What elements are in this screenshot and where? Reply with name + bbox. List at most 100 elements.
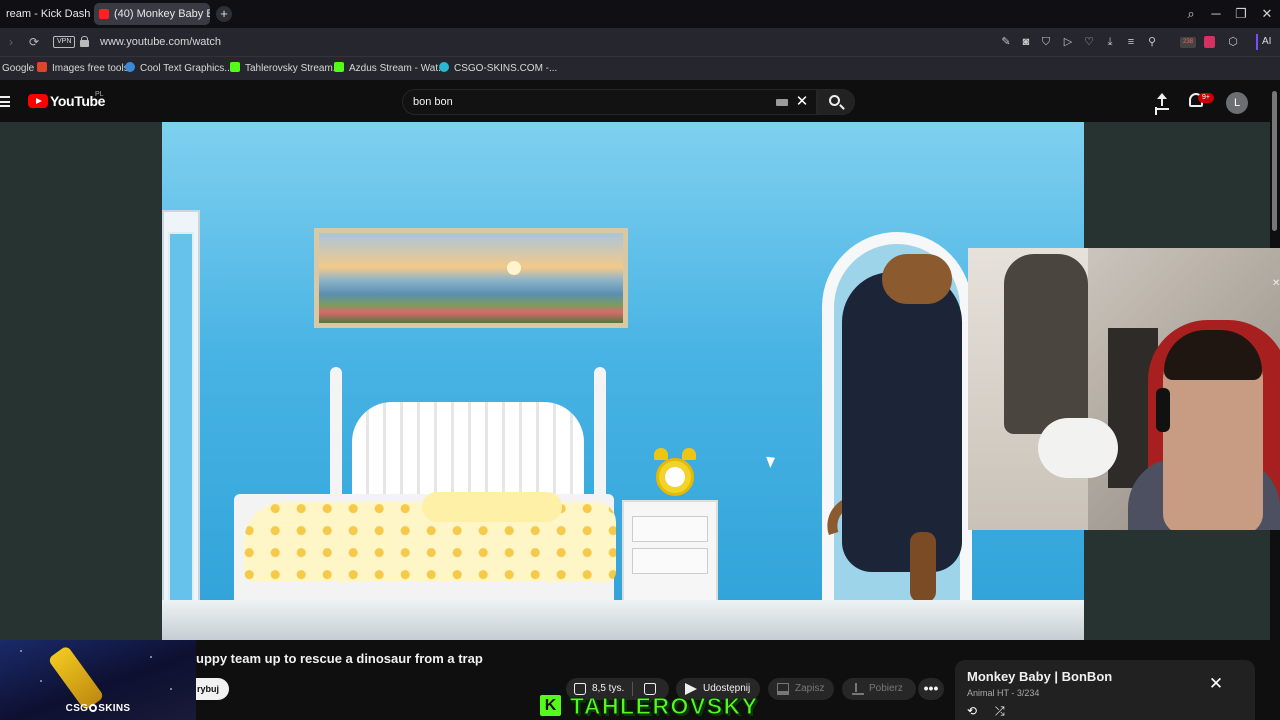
- scrollbar-thumb[interactable]: [1272, 91, 1277, 231]
- download-label: Pobierz: [869, 683, 903, 694]
- more-actions-button[interactable]: •••: [918, 678, 944, 700]
- close-playlist-icon[interactable]: ✕: [1206, 674, 1226, 694]
- keyboard-icon[interactable]: [776, 99, 788, 106]
- scene-clock-bell: [654, 448, 668, 460]
- bookmark-favicon-icon: [37, 62, 47, 72]
- bookmark-label: Images free tools: [52, 63, 129, 74]
- bookmark-favicon-icon: [125, 62, 135, 72]
- sponsor-star: [20, 650, 22, 652]
- streamer-name: TAHLEROVSKY: [570, 693, 759, 720]
- avatar[interactable]: L: [1226, 92, 1248, 114]
- scene-headboard: [330, 367, 606, 617]
- camera-icon[interactable]: ◙: [1018, 34, 1034, 50]
- lock-icon[interactable]: [80, 36, 89, 47]
- search-icon: [829, 95, 840, 106]
- clear-search-icon[interactable]: ✕: [793, 93, 811, 111]
- bookmark-label: CSGO-SKINS.COM -...: [454, 63, 558, 74]
- download-icon[interactable]: ⤓: [1102, 34, 1118, 50]
- scene-wardrobe: [162, 210, 200, 630]
- scene-wardrobe-door: [168, 232, 194, 602]
- kick-favicon-icon: [334, 62, 344, 72]
- sponsor-ring-icon: [89, 704, 98, 712]
- notification-badge: 9+: [1198, 93, 1214, 103]
- tab-youtube-monkey-baby[interactable]: (40) Monkey Baby Bon Bo: [94, 3, 210, 25]
- download-button[interactable]: Pobierz: [842, 678, 916, 700]
- video-player[interactable]: [162, 122, 1084, 640]
- alarm-clock-icon: [652, 448, 698, 500]
- url-field[interactable]: www.youtube.com/watch: [100, 34, 221, 50]
- webcam-overlay: ✕: [968, 248, 1280, 530]
- scene-nightstand: [622, 500, 718, 610]
- restore-button[interactable]: ❐: [1230, 4, 1252, 24]
- upload-icon-base: [1155, 108, 1169, 110]
- bookmark-cool-text[interactable]: Cool Text Graphics...: [125, 61, 233, 77]
- search-input[interactable]: [413, 90, 763, 114]
- scene-sun: [507, 261, 521, 275]
- bookmark-azdus[interactable]: Azdus Stream - Wat...: [334, 61, 446, 77]
- bookmark-images-free-tools[interactable]: Images free tools: [37, 61, 129, 77]
- webcam-coat: [1004, 254, 1088, 434]
- download-icon: [852, 683, 864, 695]
- scene-clock-face: [656, 458, 694, 496]
- scene-floor: [162, 600, 1084, 640]
- sponsor-star: [170, 688, 172, 690]
- csgo-skins-sponsor-overlay: CSG SKINS: [0, 640, 196, 720]
- shuffle-icon[interactable]: ⤮: [995, 705, 1009, 717]
- play-icon[interactable]: ▷: [1060, 34, 1076, 50]
- headset-icon: [1156, 388, 1170, 432]
- scene-clock-bell: [682, 448, 696, 460]
- scene-monkey-leg: [910, 532, 936, 602]
- youtube-logo-icon[interactable]: [28, 94, 48, 108]
- extension-icon[interactable]: [1204, 36, 1215, 48]
- country-code: PL: [95, 91, 104, 98]
- kick-logo-icon: K: [540, 695, 561, 716]
- bookmark-label: Azdus Stream - Wat...: [349, 63, 447, 74]
- bookmark-csgo-skins[interactable]: CSGO-SKINS.COM -...: [439, 61, 557, 77]
- kick-favicon-icon: [230, 62, 240, 72]
- playlist-title[interactable]: Monkey Baby | BonBon: [967, 669, 1112, 684]
- knife-icon: [47, 645, 105, 711]
- scene-painting-canvas: [319, 233, 623, 323]
- bookmark-google[interactable]: Google: [2, 61, 34, 77]
- extension-badge[interactable]: 238: [1180, 37, 1196, 48]
- reload-icon[interactable]: ⟳: [25, 33, 43, 51]
- tab-label: (40) Monkey Baby Bon Bo: [114, 8, 210, 20]
- video-title: uppy team up to rescue a dinosaur from a…: [196, 651, 483, 666]
- bookmark-label: Google: [2, 63, 35, 74]
- minimize-button[interactable]: ─: [1205, 4, 1227, 24]
- vpn-button[interactable]: VPN: [53, 36, 76, 48]
- bookmarks-bar: Google Images free tools Cool Text Graph…: [0, 56, 1280, 80]
- bookmark-tahlerovsky[interactable]: Tahlerovsky Stream...: [230, 61, 341, 77]
- youtube-header: YouTube PL ✕ L: [0, 81, 1270, 123]
- close-window-button[interactable]: ✕: [1256, 4, 1278, 24]
- subscribe-button[interactable]: rybuj: [196, 678, 229, 700]
- save-label: Zapisz: [795, 683, 825, 694]
- playlist-panel[interactable]: Monkey Baby | BonBon Animal HT - 3/234 ✕…: [955, 660, 1255, 720]
- address-bar: › ⟳ VPN www.youtube.com/watch ✎ ◙ ⛉ ▷ ♡ …: [0, 28, 1280, 56]
- browser-tab-strip: ream - Kick Dashboard (40) Monkey Baby B…: [0, 0, 1280, 28]
- profile-icon[interactable]: ⚲: [1144, 34, 1160, 50]
- scene-pillow: [422, 492, 562, 522]
- loop-icon[interactable]: ⟲: [967, 705, 981, 717]
- menu-icon[interactable]: ≡: [1123, 34, 1139, 50]
- scene-monkey-head: [882, 254, 952, 304]
- shield-icon[interactable]: ⛉: [1038, 34, 1054, 50]
- tab-kick-dashboard[interactable]: ream - Kick Dashboard: [0, 3, 90, 25]
- save-button[interactable]: Zapisz: [768, 678, 834, 700]
- cube-icon[interactable]: ⬡: [1225, 34, 1241, 50]
- search-button[interactable]: [817, 89, 855, 115]
- forward-icon[interactable]: ›: [2, 33, 20, 51]
- edit-icon[interactable]: ✎: [998, 34, 1014, 50]
- bookmark-label: Tahlerovsky Stream...: [245, 63, 342, 74]
- heart-icon[interactable]: ♡: [1081, 34, 1097, 50]
- webcam-cloth: [1038, 418, 1118, 478]
- sponsor-logo: CSG SKINS: [0, 703, 196, 714]
- hamburger-menu-icon[interactable]: [0, 96, 10, 107]
- search-box: ✕: [402, 89, 817, 115]
- sponsor-text-right: SKINS: [98, 703, 131, 714]
- tab-search-icon[interactable]: ⌕: [1180, 4, 1202, 24]
- new-tab-button[interactable]: +: [216, 6, 232, 22]
- scene-monkey-body: [842, 272, 962, 572]
- bookmark-icon: [777, 683, 789, 695]
- ai-button[interactable]: AI: [1256, 34, 1271, 50]
